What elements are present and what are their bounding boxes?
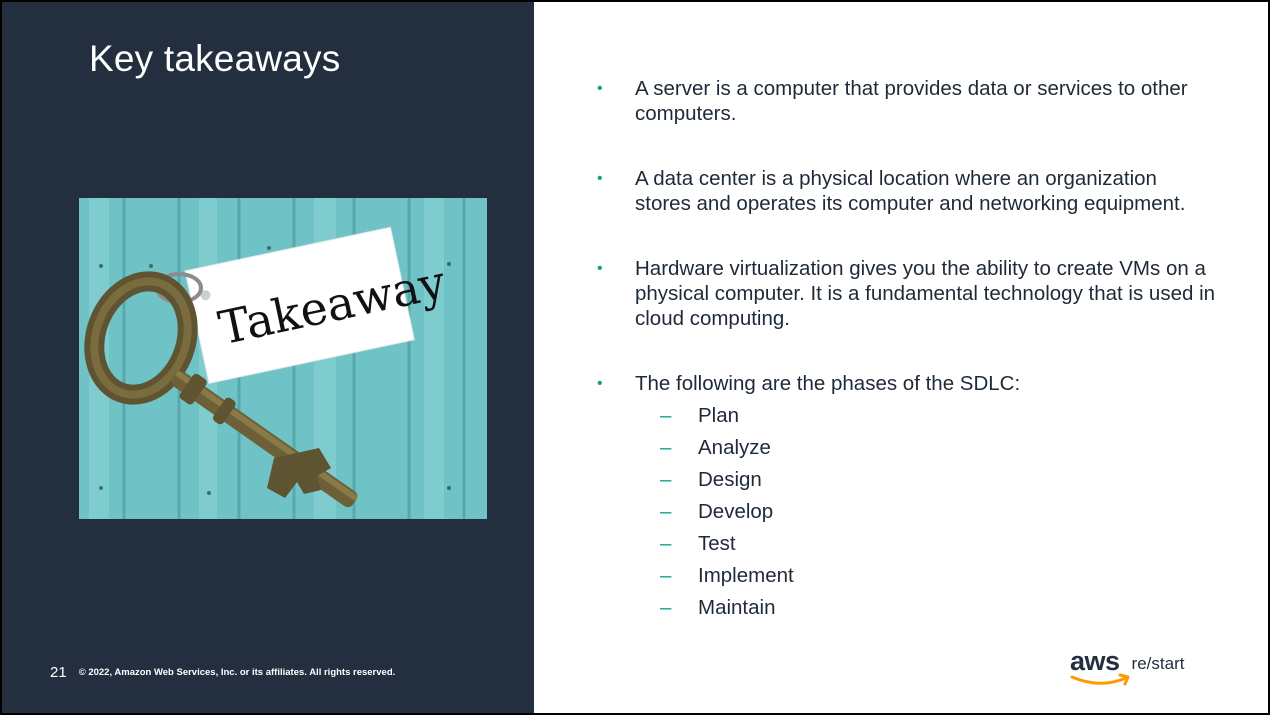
aws-restart-logo: aws re/start: [1070, 646, 1185, 686]
takeaway-key-image: Takeaway: [79, 198, 487, 519]
phase-label: Maintain: [698, 596, 776, 619]
bullet-text: The following are the phases of the SDLC…: [635, 372, 1021, 395]
sdlc-phase-item: – Implement: [635, 563, 1217, 595]
restart-wordmark: re/start: [1131, 654, 1185, 673]
bullet-item: • A data center is a physical location w…: [597, 166, 1217, 216]
dash-marker: –: [660, 532, 672, 555]
dash-marker: –: [660, 436, 672, 459]
dash-marker: –: [660, 404, 672, 427]
phase-label: Develop: [698, 500, 774, 523]
copyright-notice: © 2022, Amazon Web Services, Inc. or its…: [78, 667, 396, 678]
bullet-marker: •: [597, 375, 603, 392]
phase-label: Analyze: [698, 436, 771, 459]
footer: 21 © 2022, Amazon Web Services, Inc. or …: [50, 664, 395, 681]
phase-label: Plan: [698, 404, 740, 427]
page-number: 21: [50, 664, 67, 681]
bullet-item: • The following are the phases of the SD…: [597, 371, 1217, 627]
sdlc-phase-item: – Test: [635, 531, 1217, 563]
phase-label: Implement: [698, 564, 794, 587]
slide-title: Key takeaways: [89, 38, 341, 79]
left-panel: Key takeaways Takeaway 21 © 2022, Amazon…: [2, 2, 534, 713]
phase-label: Test: [698, 532, 736, 555]
dash-marker: –: [660, 564, 672, 587]
dash-marker: –: [660, 500, 672, 523]
dash-marker: –: [660, 468, 672, 491]
phase-label: Design: [698, 468, 762, 491]
takeaways-content: • A server is a computer that provides d…: [597, 76, 1217, 627]
dash-marker: –: [660, 596, 672, 619]
aws-smile-icon: [1070, 673, 1130, 686]
aws-wordmark: aws: [1070, 646, 1120, 676]
bullet-marker: •: [597, 170, 603, 187]
sdlc-phase-item: – Analyze: [635, 435, 1217, 467]
bullet-item: • A server is a computer that provides d…: [597, 76, 1217, 126]
aws-logo: aws: [1070, 646, 1130, 686]
bullet-marker: •: [597, 260, 603, 277]
bullet-text: A data center is a physical location whe…: [635, 167, 1186, 215]
sdlc-phase-item: – Develop: [635, 499, 1217, 531]
sdlc-phase-item: – Design: [635, 467, 1217, 499]
bullet-marker: •: [597, 80, 603, 97]
bullet-text: Hardware virtualization gives you the ab…: [635, 257, 1216, 330]
sdlc-phase-item: – Maintain: [635, 595, 1217, 627]
bullet-text: A server is a computer that provides dat…: [635, 77, 1188, 125]
bullet-item: • Hardware virtualization gives you the …: [597, 256, 1217, 331]
sdlc-phase-list: – Plan – Analyze – Design – Develop – Te…: [635, 403, 1217, 627]
sdlc-phase-item: – Plan: [635, 403, 1217, 435]
slide: Key takeaways Takeaway 21 © 2022, Amazon…: [0, 0, 1270, 715]
